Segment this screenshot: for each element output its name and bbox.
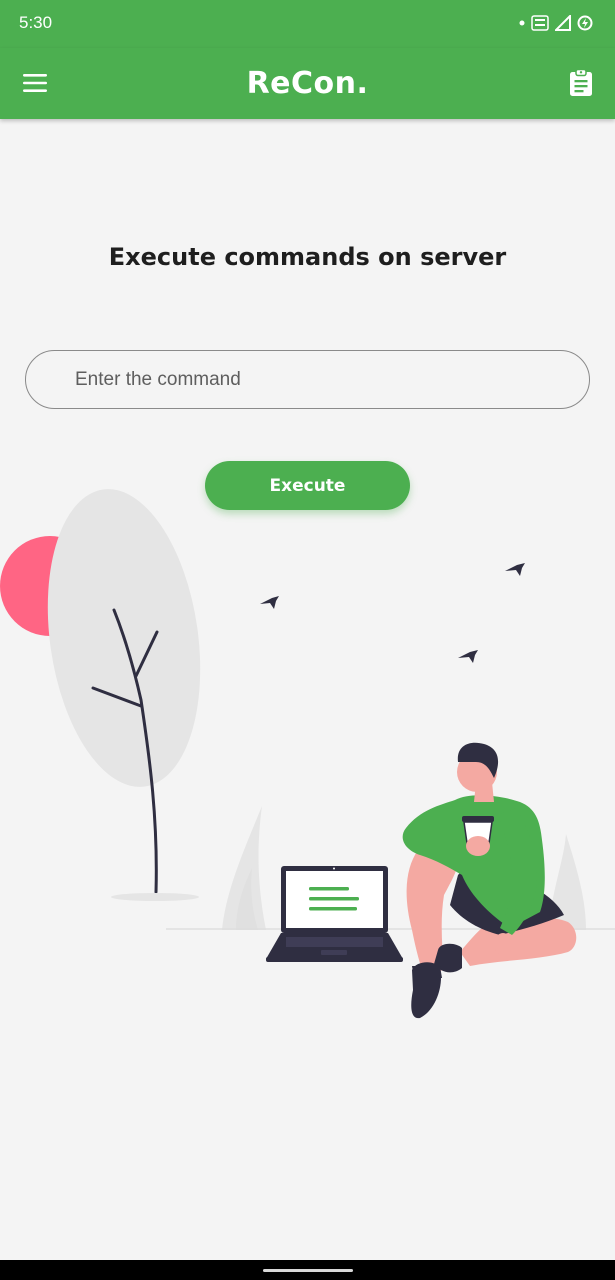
notification-dot-icon [519,20,525,26]
status-bar: 5:30 [0,0,615,48]
battery-saver-icon [577,15,593,31]
execute-button[interactable]: Execute [205,461,410,510]
signal-icon [555,15,571,31]
history-button[interactable] [559,61,603,105]
hero-illustration [0,489,615,1019]
command-input[interactable] [25,350,590,409]
lte-icon [531,15,549,31]
person [402,742,577,1019]
app-title: ReCon. [246,66,369,101]
laptop [266,866,403,962]
clipboard-icon [570,69,592,96]
system-nav-bar [0,1260,615,1280]
app-bar: ReCon. [0,48,615,119]
birds [260,563,525,663]
page-heading: Execute commands on server [108,243,507,271]
status-time: 5:30 [19,13,53,32]
home-gesture-handle[interactable] [263,1269,353,1272]
status-icons [519,15,593,31]
